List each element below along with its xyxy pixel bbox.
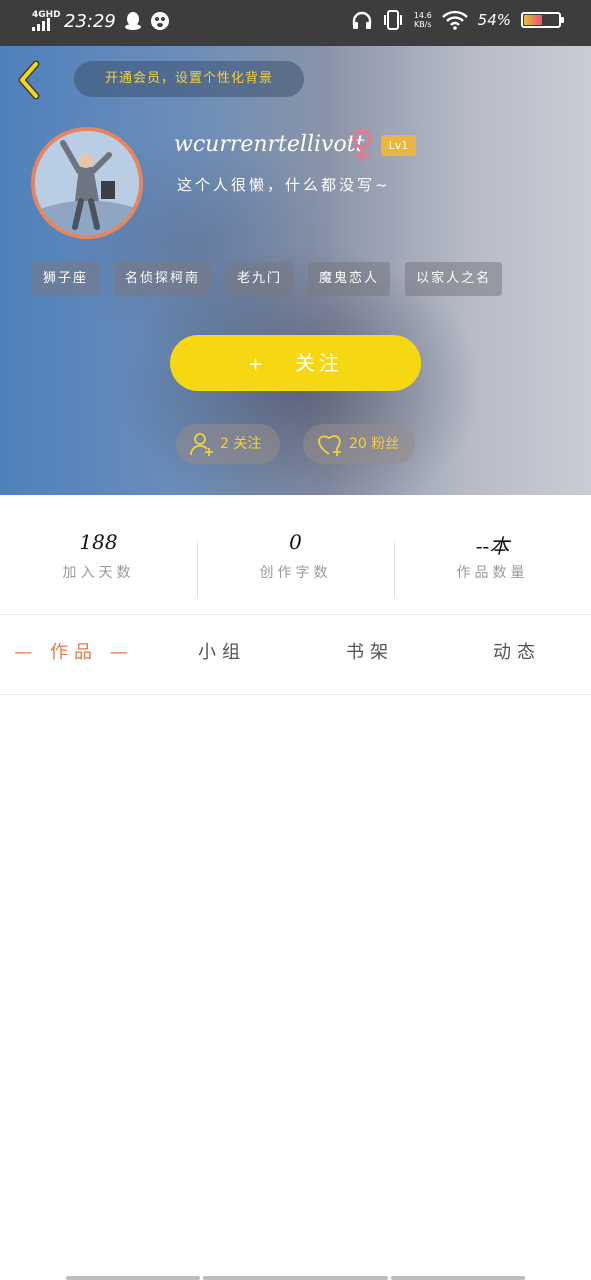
follow-button-label: 关注 — [295, 351, 344, 375]
speed-value: 14.6 — [413, 11, 432, 20]
avatar-photo — [35, 131, 139, 235]
profile-header: 开通会员，设置个性化背景 wcurrenrtellivott Lv1 这个人很懒… — [0, 46, 591, 495]
battery-percent: 54% — [477, 11, 511, 29]
fans-button[interactable]: 20 粉丝 — [303, 424, 415, 464]
status-left: 4GHD 23:29 — [30, 9, 170, 33]
stats-row: 188 加入天数 0 创作字数 --本 作品数量 — [0, 530, 591, 614]
follow-button[interactable]: + 关注 — [170, 335, 421, 391]
fans-count: 20 粉丝 — [349, 436, 400, 452]
following-button[interactable]: 2 关注 — [176, 424, 280, 464]
username: wcurrenrtellivott — [174, 132, 365, 157]
profile-tabs: — 作品 — 小组 书架 动态 — [0, 616, 591, 694]
tag[interactable]: 名侦探柯南 — [114, 262, 212, 296]
clock: 23:29 — [64, 10, 116, 32]
stat-value: 188 — [79, 530, 118, 554]
interest-tags: 狮子座 名侦探柯南 老九门 魔鬼恋人 以家人之名 — [32, 262, 503, 296]
tab-works[interactable]: — 作品 — — [0, 616, 148, 694]
gesture-bar — [0, 1274, 591, 1280]
plus-icon: + — [247, 354, 268, 375]
stat-value: 0 — [289, 530, 302, 554]
back-arrow-icon[interactable] — [14, 60, 44, 100]
status-right: 14.6 KB/s 54% — [352, 10, 564, 30]
tab-bookshelf[interactable]: 书架 — [296, 616, 444, 694]
battery-icon — [521, 12, 564, 28]
following-count: 2 关注 — [220, 436, 262, 452]
stat-label: 创作字数 — [259, 565, 332, 581]
network-speed: 14.6 KB/s — [414, 11, 432, 29]
tag[interactable]: 魔鬼恋人 — [308, 262, 391, 296]
tag[interactable]: 老九门 — [226, 262, 294, 296]
female-icon — [352, 129, 372, 162]
wifi-icon — [441, 10, 468, 30]
tag[interactable]: 以家人之名 — [405, 262, 503, 296]
vibrate-icon — [383, 10, 402, 30]
qq-icon — [124, 12, 141, 30]
tab-groups[interactable]: 小组 — [148, 616, 296, 694]
avatar[interactable] — [31, 127, 143, 239]
user-add-icon — [190, 433, 213, 456]
tag[interactable]: 狮子座 — [32, 262, 100, 296]
works-list — [0, 695, 591, 1270]
level-badge: Lv1 — [381, 135, 416, 156]
signature: 这个人很懒，什么都没写~ — [177, 176, 391, 194]
tab-activity[interactable]: 动态 — [443, 616, 591, 694]
headphones-icon — [352, 11, 372, 29]
baidu-icon — [150, 12, 169, 30]
vip-banner[interactable]: 开通会员，设置个性化背景 — [74, 61, 304, 97]
divider — [0, 614, 591, 615]
stat-days-joined: 188 加入天数 — [0, 530, 197, 582]
speed-unit: KB/s — [413, 20, 432, 29]
stat-works-count: --本 作品数量 — [394, 530, 591, 582]
signal-icon: 4GHD — [30, 9, 61, 33]
stat-label: 加入天数 — [62, 565, 135, 581]
stat-label: 作品数量 — [456, 565, 529, 581]
stat-value: --本 — [475, 534, 510, 558]
heart-add-icon — [318, 435, 341, 456]
stat-word-count: 0 创作字数 — [197, 530, 394, 582]
status-bar: 4GHD 23:29 14.6 KB/s 54% — [0, 0, 591, 46]
